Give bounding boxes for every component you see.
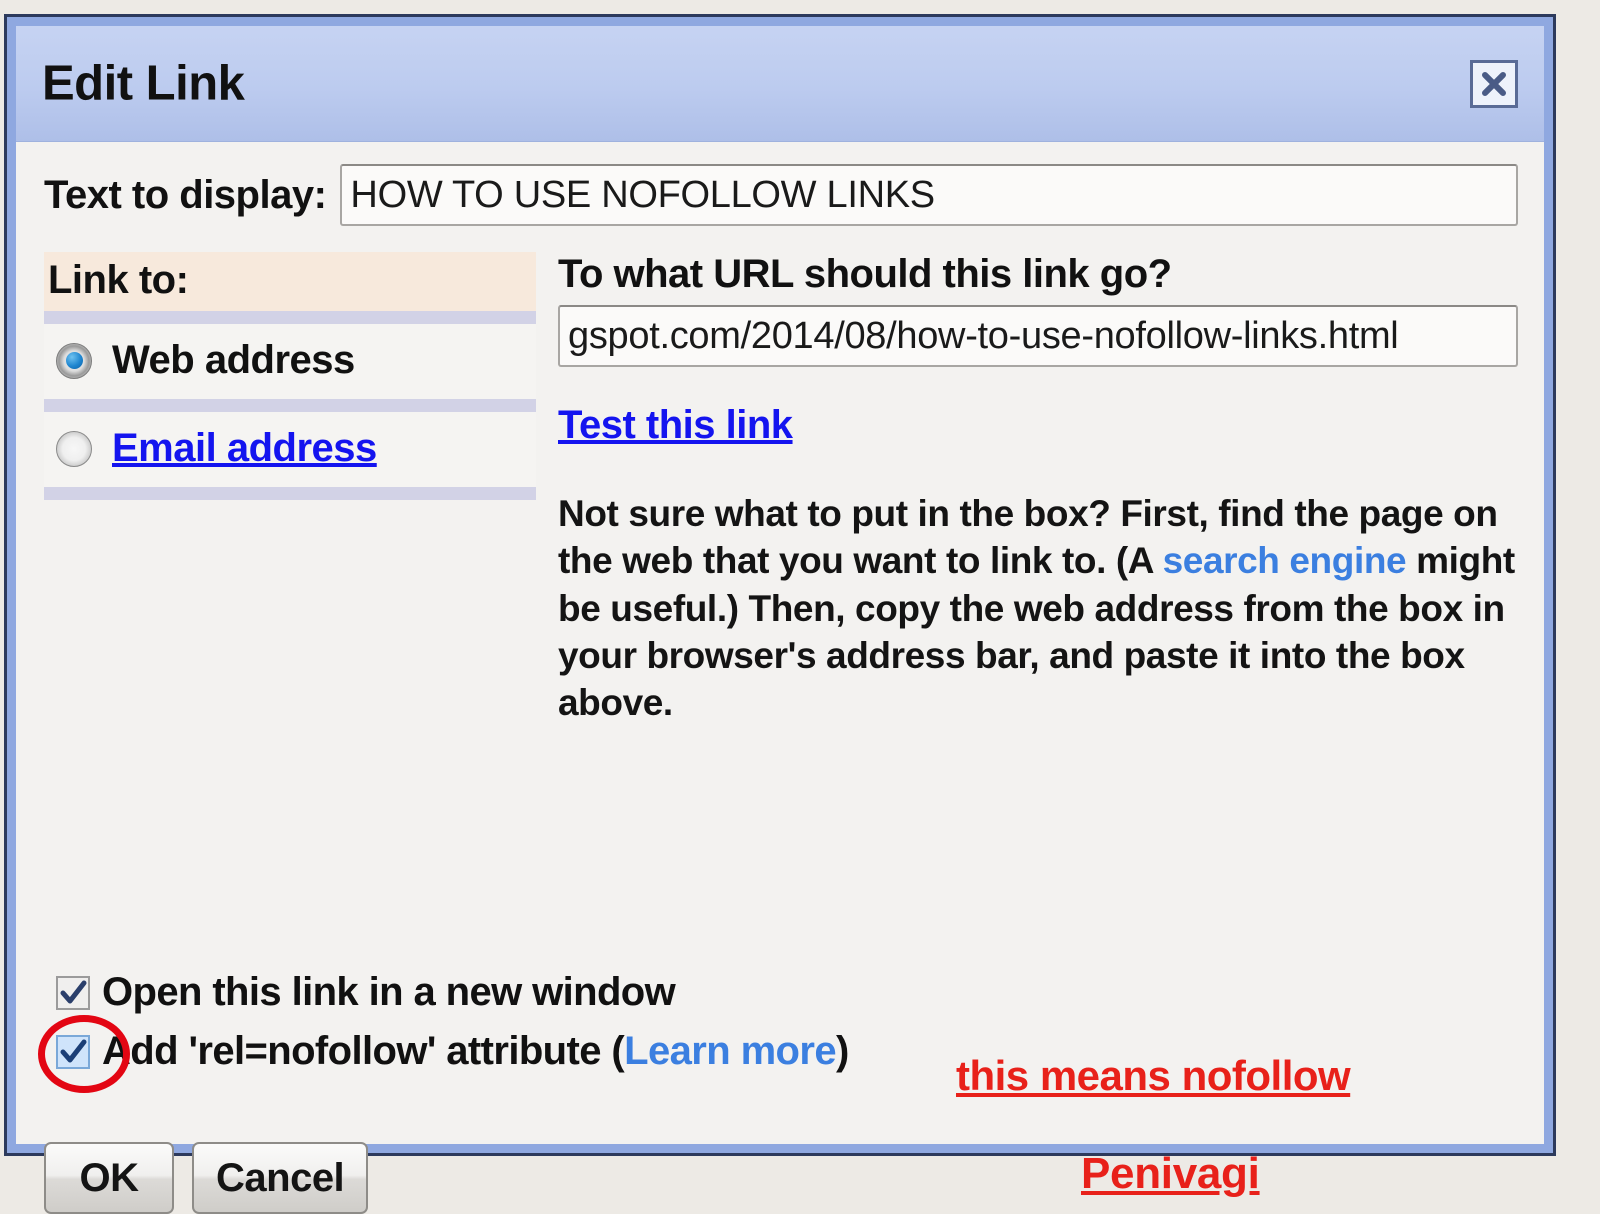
- dialog-body: Text to display: Link to: Web address: [16, 142, 1544, 1214]
- panel-separator: [44, 487, 536, 500]
- radio-option-web-address[interactable]: Web address: [44, 324, 536, 399]
- annotation-this-means-nofollow: this means nofollow: [956, 1052, 1351, 1099]
- url-input[interactable]: [558, 305, 1518, 367]
- url-question-label: To what URL should this link go?: [558, 252, 1172, 296]
- text-to-display-label: Text to display:: [44, 172, 327, 217]
- search-engine-link[interactable]: search engine: [1163, 540, 1407, 581]
- checkbox-row-new-window[interactable]: Open this link in a new window: [56, 970, 1518, 1015]
- checkbox-label-nofollow: Add 'rel=nofollow' attribute (Learn more…: [102, 1029, 849, 1074]
- dialog-footer: OK Cancel: [44, 1142, 369, 1214]
- text-to-display-row: Text to display:: [16, 142, 1544, 226]
- radio-label-web-address: Web address: [112, 338, 355, 382]
- ok-button[interactable]: OK: [44, 1142, 174, 1214]
- help-text: Not sure what to put in the box? First, …: [558, 490, 1518, 727]
- learn-more-link[interactable]: Learn more: [624, 1029, 836, 1073]
- checkbox-open-new-window[interactable]: [56, 975, 90, 1010]
- checkmark-icon: [60, 1039, 87, 1062]
- url-panel: To what URL should this link go? Test th…: [536, 252, 1518, 727]
- radio-icon-selected: [56, 342, 92, 379]
- radio-label-email-address[interactable]: Email address: [112, 426, 377, 471]
- checkbox-label-new-window: Open this link in a new window: [102, 970, 676, 1014]
- dialog-columns: Link to: Web address Email address To wh…: [16, 226, 1544, 727]
- text-to-display-input[interactable]: [340, 164, 1518, 226]
- radio-option-email-address[interactable]: Email address: [44, 412, 536, 487]
- nofollow-label-before: Add 'rel=nofollow' attribute (: [102, 1029, 625, 1073]
- edit-link-dialog: Edit Link Text to display: Link to:: [4, 14, 1556, 1214]
- panel-separator: [44, 311, 536, 324]
- radio-icon-unselected: [56, 430, 92, 467]
- link-to-header: Link to:: [44, 252, 536, 311]
- annotation-signature: Penivagi: [1081, 1149, 1260, 1198]
- nofollow-label-after: ): [835, 1029, 849, 1073]
- link-to-panel: Link to: Web address Email address: [44, 252, 536, 500]
- dialog-title-bar: Edit Link: [16, 26, 1544, 142]
- radio-dot: [65, 352, 83, 369]
- page-title: Edit Link: [42, 56, 245, 110]
- close-button[interactable]: [1470, 59, 1518, 108]
- checkmark-icon: [60, 980, 87, 1003]
- cancel-button[interactable]: Cancel: [192, 1142, 369, 1214]
- close-x-icon: [1482, 71, 1506, 96]
- checkbox-add-nofollow[interactable]: [56, 1034, 90, 1069]
- test-this-link[interactable]: Test this link: [558, 403, 793, 448]
- panel-separator: [44, 399, 536, 412]
- dialog-inner: Edit Link Text to display: Link to:: [16, 26, 1544, 1214]
